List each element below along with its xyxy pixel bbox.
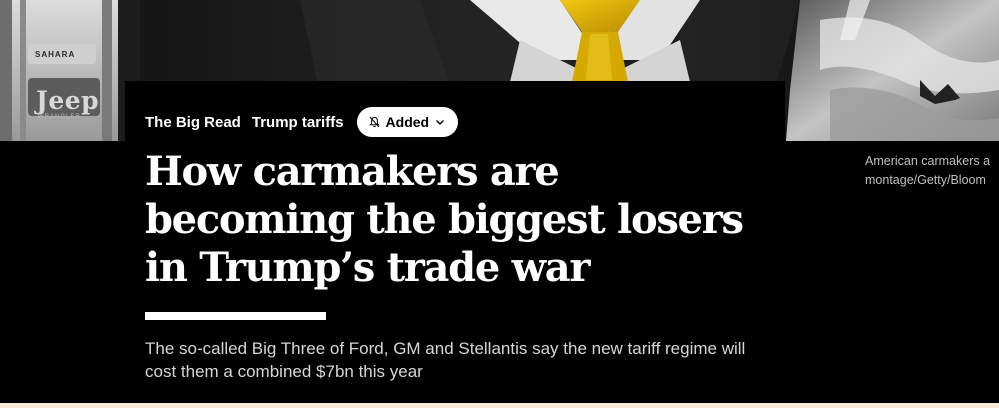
image-caption: American carmakers a montage/Getty/Bloom — [865, 152, 999, 190]
follow-button-label: Added — [385, 114, 430, 130]
follow-topic-button[interactable]: Added — [356, 107, 459, 137]
topic-row: The Big Read Trump tariffs Added — [145, 107, 459, 137]
article-headline: How carmakers are becoming the biggest l… — [145, 148, 744, 291]
grille-brand-text: Jeep — [36, 86, 100, 115]
chevron-down-icon — [435, 119, 445, 126]
bell-off-icon — [368, 116, 380, 128]
article-header: The Big Read Trump tariffs Added How car… — [125, 81, 785, 408]
caption-line-1: American carmakers a — [865, 154, 991, 168]
article-standfirst: The so-called Big Three of Ford, GM and … — [145, 339, 746, 381]
caption-line-2: montage/Getty/Bloom — [865, 173, 986, 187]
grille-badge-text: WRANGLER — [38, 114, 81, 120]
page-background-strip — [0, 403, 999, 408]
headline-rule — [145, 312, 326, 320]
grille-model-text: SAHARA — [35, 50, 76, 59]
topic-link-trump-tariffs[interactable]: Trump tariffs — [252, 114, 344, 131]
topic-link-big-read[interactable]: The Big Read — [145, 114, 241, 131]
